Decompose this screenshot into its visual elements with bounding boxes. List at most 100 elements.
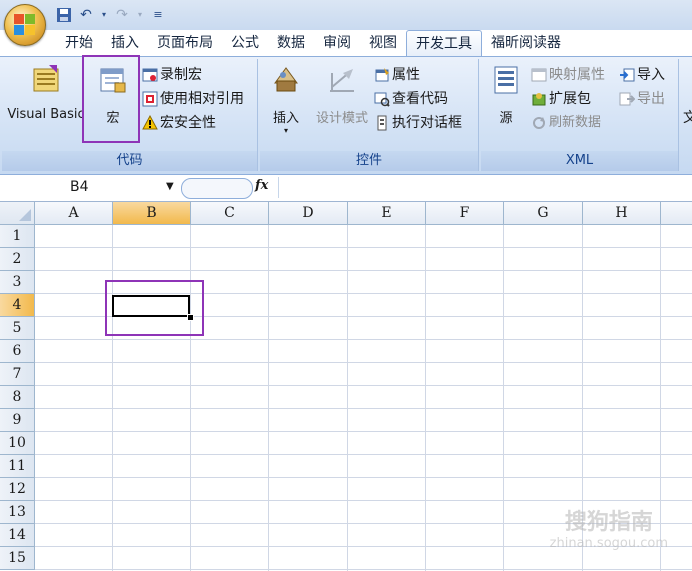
refresh-data-button[interactable]: 刷新数据 [531,113,601,133]
record-macro-button[interactable]: 录制宏 [142,65,202,85]
use-relative-references-button[interactable]: 使用相对引用 [142,89,244,109]
macro-security-button[interactable]: 宏安全性 [142,113,216,133]
visual-basic-label: Visual Basic [7,107,85,122]
column-header-h[interactable]: H [583,202,661,225]
column-header-f[interactable]: F [426,202,504,225]
customize-qat-icon[interactable]: ≡ [150,7,166,23]
gridline [35,362,692,363]
import-button[interactable]: 导入 [619,65,665,85]
ribbon-overflow-text: 文 [683,110,692,126]
map-properties-button[interactable]: 映射属性 [531,65,605,85]
row-header-9[interactable]: 9 [0,409,35,432]
undo-dropdown-icon[interactable]: ▾ [100,7,108,23]
formula-bar: B4 ▼ fx [0,175,692,202]
gridline [347,225,348,571]
tab-data[interactable]: 数据 [268,30,314,56]
watermark: 搜狗指南 zhinan.sogou.com [550,504,668,551]
controls-group-label: 控件 [260,151,478,171]
gridline [112,225,113,571]
tab-foxit-reader[interactable]: 福昕阅读器 [482,30,570,56]
name-box[interactable]: B4 ▼ [2,177,178,197]
formula-input[interactable] [278,177,691,198]
tab-review[interactable]: 审阅 [314,30,360,56]
column-header-g[interactable]: G [504,202,583,225]
row-header-4[interactable]: 4 [0,294,35,317]
expansion-packs-label: 扩展包 [549,91,591,107]
watermark-brand: 搜狗指南 [564,510,653,535]
column-header-partial[interactable] [661,202,692,225]
worksheet-grid: A B C D E F G H 1 2 3 4 5 6 7 8 9 10 11 … [0,202,692,571]
row-header-12[interactable]: 12 [0,478,35,501]
export-button[interactable]: 导出 [619,89,665,109]
save-icon[interactable] [56,7,72,23]
tab-developer[interactable]: 开发工具 [406,30,482,57]
tab-insert[interactable]: 插入 [102,30,148,56]
insert-control-button[interactable]: 插入 ▾ [266,63,306,135]
cell-highlight [105,280,204,336]
column-header-d[interactable]: D [269,202,348,225]
gridline [35,569,692,570]
design-mode-button[interactable]: 设计模式 [310,63,374,126]
row-header-1[interactable]: 1 [0,225,35,248]
column-header-c[interactable]: C [191,202,269,225]
design-mode-label: 设计模式 [315,111,368,126]
row-header-6[interactable]: 6 [0,340,35,363]
gridline [268,225,269,571]
column-header-a[interactable]: A [35,202,113,225]
redo-dropdown-icon[interactable]: ▾ [136,7,144,23]
export-icon [619,91,636,107]
export-label: 导出 [637,91,665,107]
row-header-3[interactable]: 3 [0,271,35,294]
code-group-label: 代码 [2,151,257,171]
column-header-e[interactable]: E [348,202,426,225]
import-icon [619,67,635,83]
ribbon-tabs: 开始 插入 页面布局 公式 数据 审阅 视图 开发工具 福昕阅读器 [56,30,570,57]
xml-source-button[interactable]: 源 [485,63,527,126]
xml-source-icon [491,63,521,94]
insert-dropdown-icon: ▾ [283,126,288,135]
redo-icon[interactable]: ↷ [114,7,130,23]
tab-home[interactable]: 开始 [56,30,102,56]
select-all-corner[interactable] [0,202,35,225]
office-button[interactable] [4,4,46,46]
row-header-10[interactable]: 10 [0,432,35,455]
run-dialog-button[interactable]: 执行对话框 [374,113,462,133]
tab-formulas[interactable]: 公式 [222,30,268,56]
run-dialog-label: 执行对话框 [392,115,462,131]
expansion-packs-button[interactable]: 扩展包 [531,89,591,109]
formula-bar-resize-handle[interactable] [181,178,253,199]
controls-group: 插入 ▾ 设计模式 属性 查看代码 执行对话框 控件 [260,59,479,171]
gridline [503,225,504,571]
tab-page-layout[interactable]: 页面布局 [148,30,222,56]
column-header-b[interactable]: B [113,202,191,225]
view-code-button[interactable]: 查看代码 [374,89,448,109]
macros-highlight [82,55,140,143]
name-box-dropdown-icon[interactable]: ▼ [166,177,174,197]
insert-function-button[interactable]: fx [255,178,268,193]
undo-icon[interactable]: ↶ [78,7,94,23]
row-header-5[interactable]: 5 [0,317,35,340]
row-header-14[interactable]: 14 [0,524,35,547]
gridline [35,385,692,386]
visual-basic-button[interactable]: Visual Basic [6,63,86,122]
gridline [425,225,426,571]
row-header-13[interactable]: 13 [0,501,35,524]
row-header-8[interactable]: 8 [0,386,35,409]
toolbox-icon [271,63,301,93]
view-code-label: 查看代码 [392,91,448,107]
row-header-11[interactable]: 11 [0,455,35,478]
warning-icon [142,114,158,131]
row-header-7[interactable]: 7 [0,363,35,386]
properties-button[interactable]: 属性 [374,65,420,85]
gridline [35,500,692,501]
office-logo-icon [14,14,36,36]
quick-access-toolbar: ↶ ▾ ↷ ▾ ≡ [56,4,166,26]
xml-group: 源 映射属性 扩展包 刷新数据 导入 导出 XML [481,59,679,171]
tab-view[interactable]: 视图 [360,30,406,56]
gridline [35,247,692,248]
gridline [35,431,692,432]
gridline [35,408,692,409]
row-header-15[interactable]: 15 [0,547,35,570]
row-header-2[interactable]: 2 [0,248,35,271]
properties-icon [374,67,390,83]
